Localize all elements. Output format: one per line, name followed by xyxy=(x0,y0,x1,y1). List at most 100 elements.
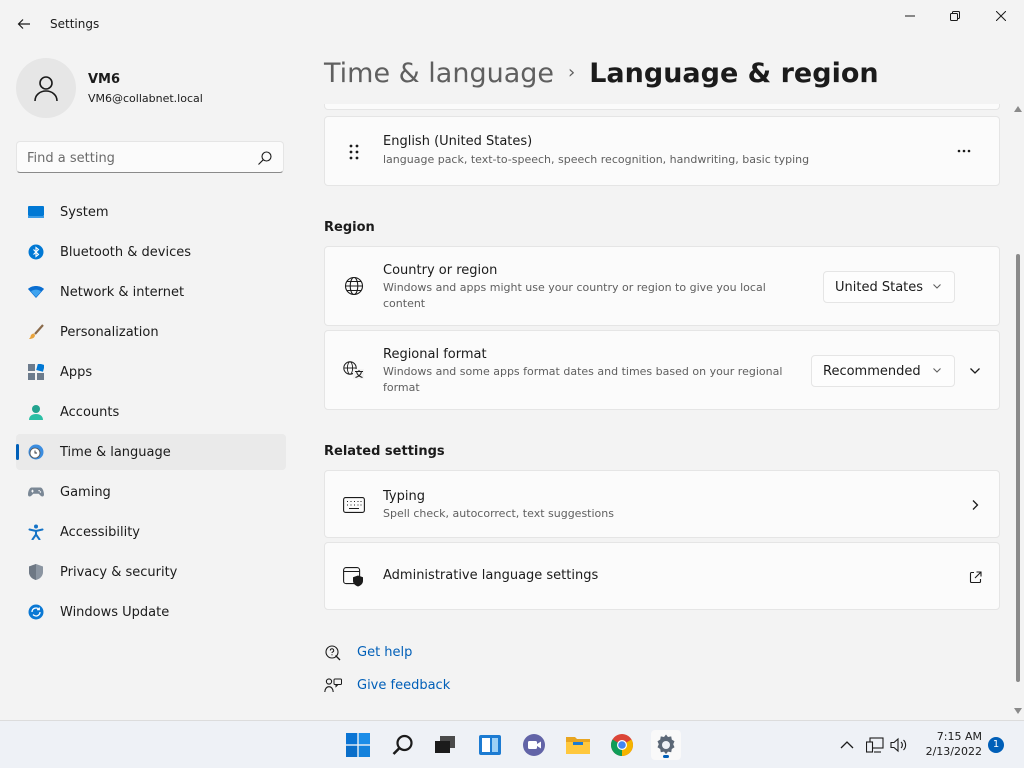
start-button[interactable] xyxy=(343,730,373,760)
minimize-button[interactable] xyxy=(887,4,933,28)
drag-handle-icon[interactable] xyxy=(343,141,365,163)
language-subtitle: language pack, text-to-speech, speech re… xyxy=(383,153,810,166)
get-help-link[interactable]: Get help xyxy=(357,645,412,660)
close-button[interactable] xyxy=(978,4,1024,28)
country-subtitle-line1: Windows and apps might use your country … xyxy=(383,281,766,294)
person-icon xyxy=(34,76,58,102)
task-view-button[interactable] xyxy=(430,730,460,760)
breadcrumb: Time & language › Language & region xyxy=(324,58,879,89)
user-profile[interactable]: VM6 VM6@collabnet.local xyxy=(16,58,286,118)
sidebar-item-windows-update[interactable]: Windows Update xyxy=(16,594,286,630)
chat-icon xyxy=(523,734,545,756)
admin-language-card[interactable]: Administrative language settings xyxy=(324,542,1000,610)
taskbar: 7:15 AM 2/13/2022 1 xyxy=(0,720,1024,768)
search-box[interactable] xyxy=(16,141,284,173)
chevron-down-icon xyxy=(933,284,941,289)
widgets-icon xyxy=(479,735,501,755)
regional-format-card[interactable]: Regional format Windows and some apps fo… xyxy=(324,330,1000,410)
settings-app-button[interactable] xyxy=(651,730,681,760)
give-feedback-link[interactable]: Give feedback xyxy=(357,678,450,693)
notification-badge[interactable]: 1 xyxy=(988,737,1004,753)
chevron-up-icon[interactable] xyxy=(838,736,856,754)
language-card[interactable]: English (United States) language pack, t… xyxy=(324,116,1000,186)
back-button[interactable] xyxy=(12,12,36,36)
restore-icon xyxy=(950,11,960,21)
sidebar-item-label: Personalization xyxy=(60,324,159,340)
give-feedback-icon xyxy=(324,678,342,693)
sidebar-item-label: Time & language xyxy=(60,444,171,460)
restore-button[interactable] xyxy=(932,4,978,28)
sidebar-item-accessibility[interactable]: Accessibility xyxy=(16,514,286,550)
sidebar-item-label: Accessibility xyxy=(60,524,140,540)
typing-card[interactable]: Typing Spell check, autocorrect, text su… xyxy=(324,470,1000,538)
country-title: Country or region xyxy=(383,263,498,278)
chrome-button[interactable] xyxy=(607,730,637,760)
sidebar-item-system[interactable]: System xyxy=(16,194,286,230)
typing-title: Typing xyxy=(383,489,425,504)
chevron-right-icon xyxy=(965,495,985,515)
clock-time: 7:15 AM xyxy=(936,730,982,743)
format-title: Regional format xyxy=(383,347,487,362)
back-arrow-icon xyxy=(17,19,30,29)
scroll-up-icon[interactable] xyxy=(1014,106,1022,112)
search-input[interactable] xyxy=(27,148,247,168)
file-explorer-button[interactable] xyxy=(563,730,593,760)
previous-card-edge xyxy=(324,104,1000,110)
more-options-icon[interactable] xyxy=(949,141,979,161)
teams-chat-button[interactable] xyxy=(519,730,549,760)
breadcrumb-separator: › xyxy=(568,62,576,83)
breadcrumb-parent[interactable]: Time & language xyxy=(324,58,554,89)
sidebar-item-network[interactable]: Network & internet xyxy=(16,274,286,310)
accessibility-icon xyxy=(28,524,44,540)
sidebar-item-apps[interactable]: Apps xyxy=(16,354,286,390)
minimize-icon xyxy=(905,15,915,17)
bluetooth-icon xyxy=(28,244,44,260)
typing-subtitle: Spell check, autocorrect, text suggestio… xyxy=(383,507,614,520)
sidebar-item-personalization[interactable]: Personalization xyxy=(16,314,286,350)
search-icon[interactable] xyxy=(257,150,273,166)
sidebar-item-label: Bluetooth & devices xyxy=(60,244,191,260)
scroll-thumb[interactable] xyxy=(1016,254,1020,682)
external-link-icon xyxy=(965,567,985,587)
network-icon xyxy=(28,284,44,300)
gamepad-icon xyxy=(28,484,44,500)
country-dropdown[interactable]: United States xyxy=(823,271,955,303)
running-indicator xyxy=(663,755,669,758)
apps-icon xyxy=(28,364,44,380)
sidebar-item-bluetooth[interactable]: Bluetooth & devices xyxy=(16,234,286,270)
get-help-icon xyxy=(325,645,341,661)
sidebar-item-time-language[interactable]: Time & language xyxy=(16,434,286,470)
brush-icon xyxy=(28,324,44,340)
sidebar-item-label: Network & internet xyxy=(60,284,185,300)
accounts-icon xyxy=(28,404,44,420)
title-bar: Settings xyxy=(0,0,1024,48)
taskbar-search-button[interactable] xyxy=(388,730,418,760)
sidebar-nav: System Bluetooth & devices Network & int… xyxy=(16,194,286,634)
sidebar-item-label: Accounts xyxy=(60,404,120,420)
chevron-down-icon xyxy=(933,368,941,373)
folder-icon xyxy=(566,737,590,754)
regional-format-dropdown[interactable]: Recommended xyxy=(811,355,955,387)
sidebar-item-label: Privacy & security xyxy=(60,564,178,580)
scrollbar[interactable] xyxy=(1013,104,1023,718)
volume-icon[interactable] xyxy=(890,736,908,754)
clock-globe-icon xyxy=(28,444,44,460)
widgets-button[interactable] xyxy=(475,730,505,760)
sidebar-item-accounts[interactable]: Accounts xyxy=(16,394,286,430)
sidebar-item-label: Gaming xyxy=(60,484,111,500)
language-translate-icon xyxy=(343,359,365,381)
sidebar-item-label: Windows Update xyxy=(60,604,170,620)
sidebar-item-gaming[interactable]: Gaming xyxy=(16,474,286,510)
globe-icon xyxy=(343,275,365,297)
avatar xyxy=(16,58,76,118)
search-icon xyxy=(392,734,413,755)
sidebar-item-privacy[interactable]: Privacy & security xyxy=(16,554,286,590)
expand-chevron-icon[interactable] xyxy=(965,361,985,381)
profile-name: VM6 xyxy=(88,72,121,87)
system-clock[interactable]: 7:15 AM 2/13/2022 xyxy=(918,729,982,759)
chrome-icon xyxy=(611,734,633,756)
clock-date: 2/13/2022 xyxy=(925,745,982,758)
scroll-down-icon[interactable] xyxy=(1014,708,1022,714)
sidebar-item-label: System xyxy=(60,204,109,220)
network-status-icon[interactable] xyxy=(866,736,884,754)
